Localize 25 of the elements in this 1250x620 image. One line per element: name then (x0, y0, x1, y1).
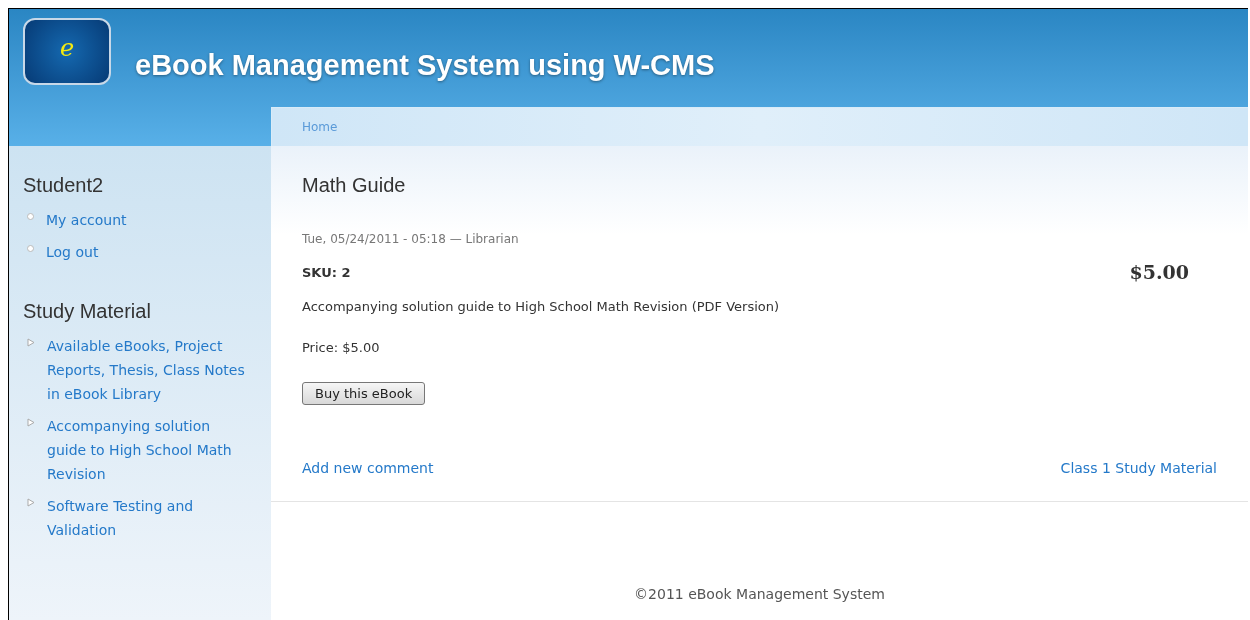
node-body: Accompanying solution guide to High School Math Revision (PDF Version) (302, 297, 781, 316)
node-link[interactable]: Add new comment (302, 458, 434, 479)
price-text: Price: $5.00 (302, 339, 381, 357)
block-title: Study Material (23, 299, 152, 324)
triangle-icon (27, 338, 35, 347)
sidebar-link[interactable]: Available eBooks, Project Reports, Thesis, Class Notes in eBook Library (47, 334, 247, 406)
sidebar-link[interactable]: Accompanying solution guide to High School Math Revision (47, 414, 247, 486)
submitted-info: Tue, 05/24/2011 - 05:18 — Librarian (302, 231, 520, 248)
site-title: eBook Management System using W-CMS (135, 47, 715, 83)
sidebar-link[interactable]: My account (46, 208, 246, 232)
site-logo[interactable]: e (23, 18, 111, 85)
triangle-icon (27, 498, 35, 507)
sku-label: SKU: 2 (302, 263, 351, 282)
bullet-icon (27, 213, 34, 220)
node-link[interactable]: Class 1 Study Material (1060, 458, 1217, 479)
sidebar-link[interactable]: Software Testing and Validation (47, 494, 247, 542)
node-title: Math Guide (302, 173, 407, 198)
bullet-icon (27, 245, 34, 252)
footer-text: ©2011 eBook Management System (634, 585, 885, 604)
display-price: $5.00 (1129, 260, 1189, 285)
buy-button[interactable]: Buy this eBook (302, 381, 426, 405)
block-title: Student2 (23, 173, 105, 198)
sidebar-link[interactable]: Log out (46, 240, 246, 264)
triangle-icon (27, 418, 35, 427)
breadcrumb-link[interactable]: Home (302, 118, 338, 136)
